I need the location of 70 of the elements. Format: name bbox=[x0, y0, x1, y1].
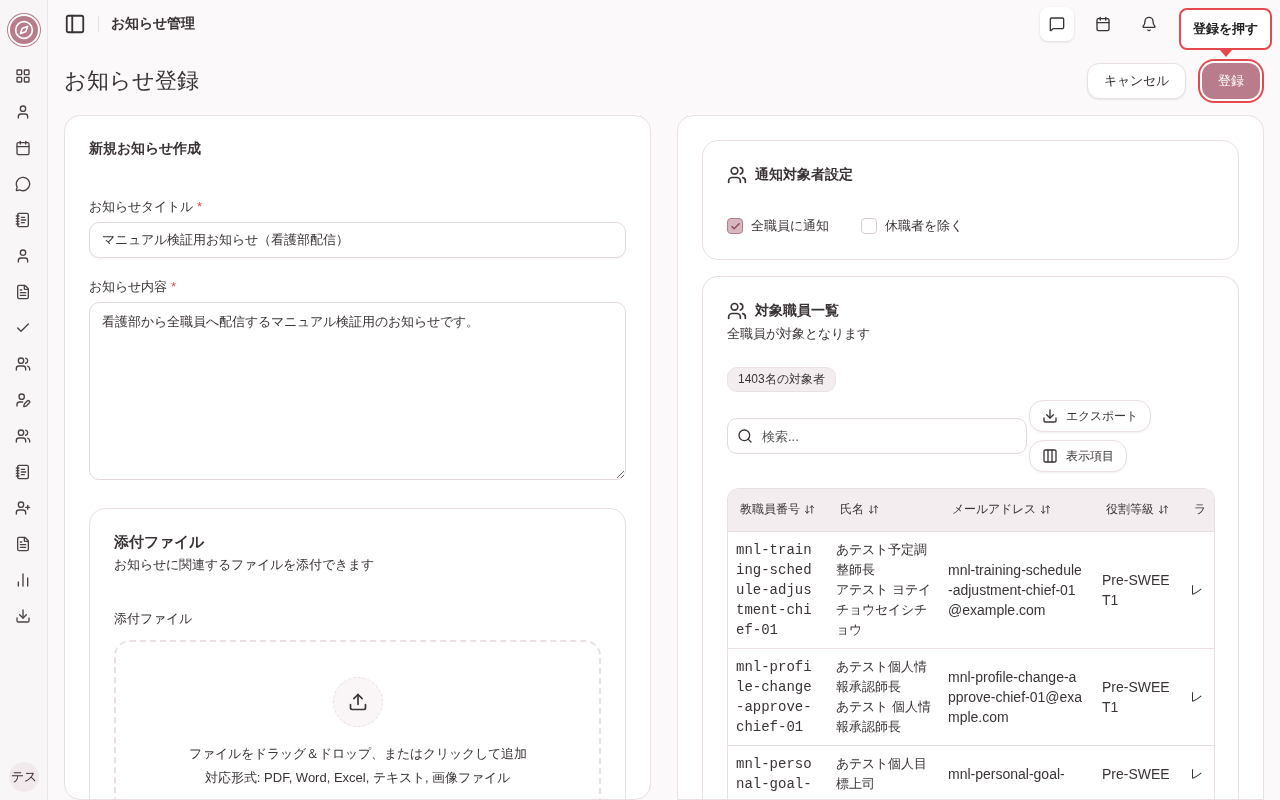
card-title: 対象職員一覧 bbox=[755, 302, 839, 320]
calendar-icon[interactable] bbox=[14, 140, 33, 158]
search-field[interactable]: 検索... bbox=[727, 418, 1027, 454]
card-title: 添付ファイル bbox=[114, 533, 205, 552]
cancel-button[interactable]: キャンセル bbox=[1087, 63, 1186, 99]
users-icon[interactable] bbox=[14, 356, 33, 374]
sort-icon[interactable] bbox=[1040, 504, 1051, 516]
field-label: お知らせ内容 bbox=[89, 279, 167, 294]
table-cell-text: mnl-personal-goal- bbox=[948, 764, 1066, 784]
table-cell-text: レ bbox=[1190, 764, 1204, 783]
table-cell-text: あテスト予定調整師長 bbox=[836, 540, 928, 579]
required-mark: * bbox=[171, 279, 177, 294]
table-cell-text: mnl-profile-change-approve-chief-01 bbox=[736, 657, 812, 737]
grid-icon[interactable] bbox=[14, 68, 33, 86]
supported-formats: 対応形式: PDF, Word, Excel, テキスト, 画像ファイル bbox=[204, 769, 511, 787]
search-icon bbox=[737, 428, 753, 444]
table-cell-text: あテスト個人目標上司 bbox=[836, 754, 928, 793]
card-title: 通知対象者設定 bbox=[755, 166, 853, 184]
chat-icon[interactable] bbox=[14, 176, 33, 194]
page-title: お知らせ登録 bbox=[64, 67, 200, 95]
checkbox-label: 休職者を除く bbox=[885, 217, 963, 235]
required-mark: * bbox=[197, 199, 203, 214]
table-cell-text: レ bbox=[1190, 580, 1204, 599]
table-cell-text: mnl-profile-change-approve-chief-01@example.com bbox=[948, 667, 1084, 727]
header-title: お知らせ管理 bbox=[111, 15, 196, 33]
columns-button[interactable]: 表示項目 bbox=[1029, 440, 1127, 472]
sort-icon[interactable] bbox=[804, 504, 815, 516]
content-field[interactable]: 看護部から全職員へ配信するマニュアル検証用のお知らせです。 bbox=[89, 302, 626, 480]
column-header[interactable]: ラ bbox=[1194, 501, 1206, 519]
check-icon bbox=[729, 220, 741, 232]
download-icon[interactable] bbox=[14, 608, 33, 626]
users-icon[interactable] bbox=[14, 428, 33, 446]
card-title: 新規お知らせ作成 bbox=[89, 140, 202, 158]
logo-icon[interactable] bbox=[7, 14, 40, 46]
table-cell-text: アテスト ヨテイチョウセイシチョウ bbox=[836, 580, 932, 639]
sort-icon[interactable] bbox=[868, 504, 879, 516]
user-add-icon[interactable] bbox=[14, 500, 33, 518]
count-badge: 1403名の対象者 bbox=[727, 367, 836, 392]
column-header[interactable]: 氏名 bbox=[840, 501, 864, 519]
checkbox-label: 全職員に通知 bbox=[751, 217, 829, 235]
sort-icon[interactable] bbox=[1158, 504, 1169, 516]
checkbox[interactable] bbox=[861, 218, 877, 234]
users-icon bbox=[727, 165, 747, 185]
users-icon bbox=[727, 301, 747, 321]
upload-icon bbox=[347, 692, 368, 712]
table-cell-text: あテスト 個人情報承認師長 bbox=[836, 697, 932, 736]
file-drop-zone[interactable]: ファイルをドラッグ＆ドロップ、またはクリックして追加 対応形式: PDF, Word, Excel, テキスト, 画像ファイル bbox=[114, 640, 601, 799]
card-description: 全職員が対象となります bbox=[727, 325, 871, 343]
user-avatar[interactable]: テス bbox=[8, 762, 39, 792]
drop-instructions: ファイルをドラッグ＆ドロップ、またはクリックして追加 bbox=[188, 745, 527, 763]
title-field[interactable]: マニュアル検証用お知らせ（看護部配信） bbox=[89, 222, 626, 258]
tooltip: 登録を押す bbox=[1179, 8, 1272, 50]
field-label: お知らせタイトル bbox=[89, 199, 193, 214]
export-button[interactable]: エクスポート bbox=[1029, 400, 1151, 432]
table-cell-text: mnl-personal-goal- bbox=[736, 754, 812, 794]
download-icon bbox=[1042, 408, 1058, 424]
user-edit-icon[interactable] bbox=[14, 392, 33, 410]
field-label: 添付ファイル bbox=[114, 610, 193, 628]
chat-icon[interactable] bbox=[1040, 7, 1074, 41]
table-cell-text: mnl-training-schedule-adjustment-chief-01 bbox=[736, 540, 812, 640]
table-cell-text: mnl-training-schedule-adjustment-chief-01@example.com bbox=[948, 560, 1083, 620]
table-cell-text: あテスト個人情報承認師長 bbox=[836, 657, 928, 696]
sidebar-toggle-icon[interactable] bbox=[64, 13, 86, 35]
table-cell-text: Pre-SWEET1 bbox=[1102, 570, 1170, 610]
table-cell-text: Pre-SWEET1 bbox=[1102, 677, 1170, 717]
table-cell-text: Pre-SWEE bbox=[1102, 764, 1170, 784]
checkbox[interactable] bbox=[727, 218, 743, 234]
columns-icon bbox=[1042, 448, 1058, 464]
table-cell-text: レ bbox=[1190, 687, 1204, 706]
card-description: お知らせに関連するファイルを添付できます bbox=[114, 556, 375, 574]
